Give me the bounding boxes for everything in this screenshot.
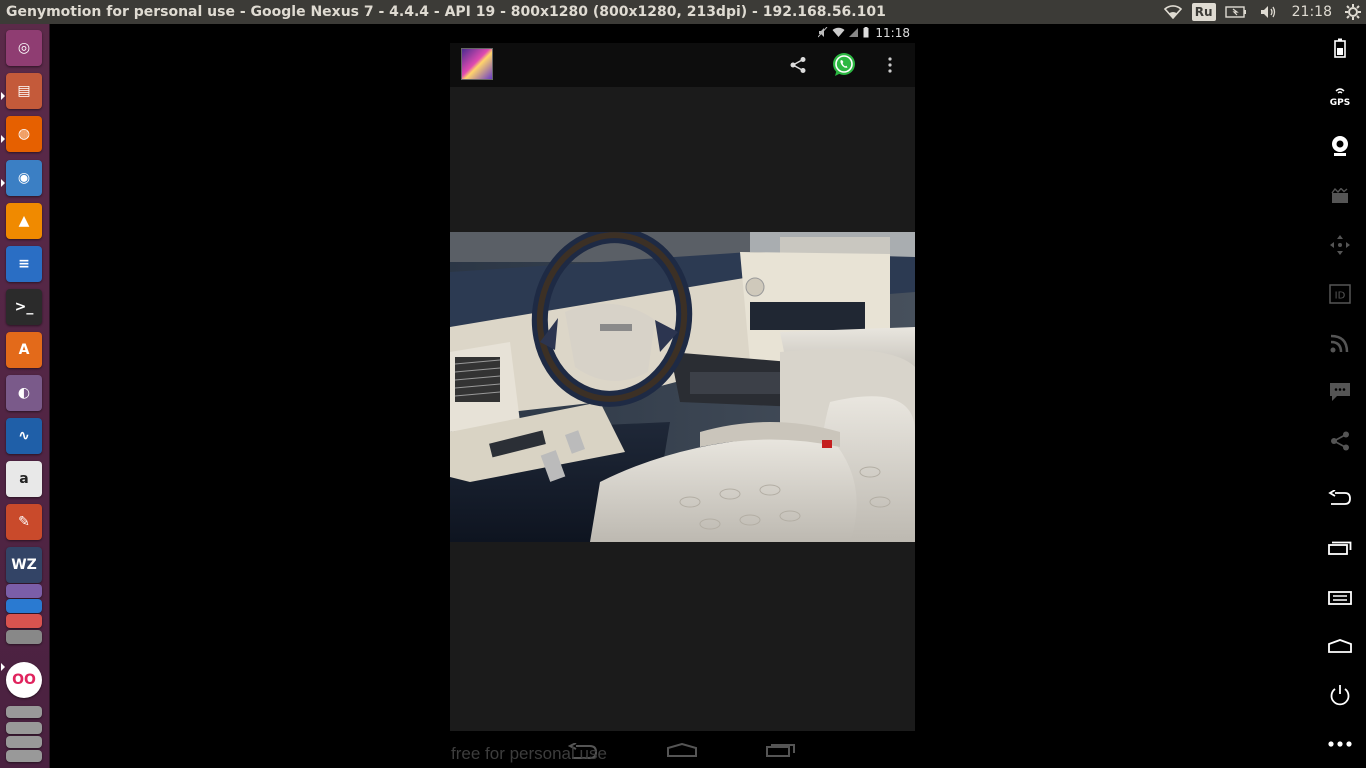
battery-tray-icon[interactable] — [1218, 0, 1254, 24]
sms-icon — [1330, 383, 1350, 401]
clock[interactable]: 21:18 — [1284, 0, 1340, 24]
share-icon — [790, 57, 806, 73]
more-icon — [1328, 741, 1352, 747]
svg-text:ID: ID — [1335, 291, 1346, 302]
launcher-flickr-icon[interactable]: OO — [6, 662, 42, 698]
car-interior-photo[interactable] — [450, 232, 915, 542]
launcher-amazon-icon[interactable]: a — [6, 461, 42, 497]
launcher-collapsed-icon[interactable] — [6, 706, 42, 718]
more-button[interactable] — [1324, 730, 1356, 758]
mute-icon — [818, 27, 828, 38]
back-button[interactable] — [1324, 484, 1356, 512]
power-button[interactable] — [1324, 681, 1356, 709]
gps-icon: GPS — [1330, 88, 1350, 107]
launcher-wz-app-icon[interactable]: WZ — [6, 547, 42, 583]
running-indicator — [1, 663, 5, 671]
device-id-icon: ID — [1329, 284, 1351, 304]
dpad-icon — [1330, 235, 1350, 255]
genymotion-toolbar: GPS ID — [1314, 24, 1366, 768]
screencast-button[interactable] — [1324, 182, 1356, 210]
share-icon — [1331, 431, 1349, 451]
gallery-action-bar — [450, 43, 915, 87]
home-button[interactable] — [1324, 632, 1356, 660]
webcam-icon — [1332, 136, 1348, 156]
rss-button[interactable] — [1324, 329, 1356, 357]
launcher-collapsed-icon[interactable] — [6, 750, 42, 762]
window-title-bar: Genymotion for personal use - Google Nex… — [0, 0, 1366, 24]
android-status-bar: 11:18 — [450, 24, 915, 43]
running-indicator — [1, 92, 5, 100]
whatsapp-icon — [833, 53, 855, 76]
rss-icon — [1330, 334, 1349, 353]
launcher-collapsed-icon[interactable] — [6, 614, 42, 628]
volume-icon[interactable] — [1254, 0, 1284, 24]
sms-button[interactable] — [1324, 378, 1356, 406]
battery-icon — [1334, 38, 1346, 58]
launcher-terminal-icon[interactable]: >_ — [6, 289, 42, 325]
recent-apps-icon — [1328, 541, 1352, 555]
unity-launcher: ◎ ▤ ◍ ◉ ▲ ≡ >_ A ◐ ∿ a ✎ WZ OO — [0, 24, 50, 768]
home-icon — [1328, 639, 1352, 653]
menu-icon — [1328, 591, 1352, 605]
launcher-collapsed-icon[interactable] — [6, 599, 42, 613]
cell-signal-icon — [849, 28, 858, 37]
launcher-collapsed-icon[interactable] — [6, 736, 42, 748]
launcher-files-icon[interactable]: ▤ — [6, 73, 42, 109]
menu-button[interactable] — [1324, 584, 1356, 612]
wifi-icon[interactable] — [1156, 0, 1190, 24]
share-button[interactable] — [1324, 427, 1356, 455]
nav-recent-icon — [766, 744, 795, 757]
launcher-settings-icon[interactable]: ✎ — [6, 504, 42, 540]
launcher-software-center-icon[interactable]: A — [6, 332, 42, 368]
device-id-button[interactable]: ID — [1324, 280, 1356, 308]
running-indicator — [1, 135, 5, 143]
session-gear-icon[interactable] — [1340, 0, 1366, 24]
launcher-collapsed-icon[interactable] — [6, 584, 42, 598]
launcher-ubuntu-dash-icon[interactable]: ◎ — [6, 30, 42, 66]
overflow-menu-button[interactable] — [878, 43, 902, 87]
dpad-button[interactable] — [1324, 231, 1356, 259]
webcam-button[interactable] — [1324, 132, 1356, 160]
launcher-firefox-icon[interactable]: ◍ — [6, 116, 42, 152]
svg-text:GPS: GPS — [1330, 98, 1350, 107]
recent-apps-button[interactable] — [1324, 534, 1356, 562]
system-tray: Ru 21:18 — [1156, 0, 1366, 24]
share-button[interactable] — [779, 43, 817, 87]
personal-use-watermark: free for personal use — [451, 744, 607, 763]
status-time: 11:18 — [875, 26, 910, 40]
launcher-chromium-icon[interactable]: ◉ — [6, 160, 42, 196]
back-icon — [1328, 490, 1351, 505]
nav-home-icon — [667, 743, 697, 757]
launcher-system-monitor-icon[interactable]: ∿ — [6, 418, 42, 454]
gallery-icon[interactable] — [461, 48, 493, 80]
whatsapp-button[interactable] — [826, 43, 862, 87]
wifi-signal-icon — [832, 27, 845, 37]
window-title: Genymotion for personal use - Google Nex… — [6, 4, 886, 20]
launcher-collapsed-icon[interactable] — [6, 630, 42, 644]
keyboard-layout-indicator[interactable]: Ru — [1190, 0, 1218, 24]
battery-button[interactable] — [1324, 34, 1356, 62]
launcher-vlc-icon[interactable]: ▲ — [6, 203, 42, 239]
launcher-disk-burner-icon[interactable]: ◐ — [6, 375, 42, 411]
gps-button[interactable]: GPS — [1324, 82, 1356, 110]
overflow-menu-icon — [888, 57, 892, 73]
screencast-icon — [1331, 188, 1348, 203]
power-icon — [1330, 685, 1350, 706]
launcher-collapsed-icon[interactable] — [6, 722, 42, 734]
running-indicator — [1, 179, 5, 187]
android-screen[interactable]: 11:18 — [450, 24, 915, 731]
battery-status-icon — [863, 27, 869, 38]
launcher-writer-icon[interactable]: ≡ — [6, 246, 42, 282]
status-icons — [818, 27, 869, 38]
